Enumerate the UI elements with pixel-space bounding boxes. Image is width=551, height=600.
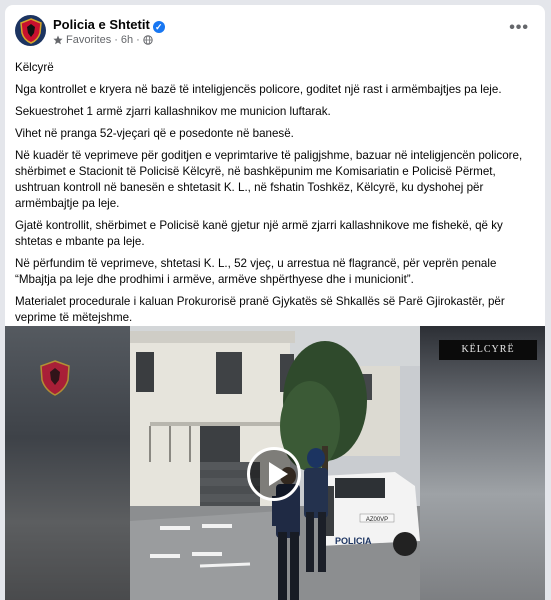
video-blur-right <box>420 326 545 600</box>
police-emblem-icon <box>19 17 42 44</box>
police-watermark-icon <box>40 360 70 396</box>
post-paragraph: Gjatë kontrollit, shërbimet e Policisë k… <box>15 219 503 248</box>
page-avatar[interactable] <box>15 15 46 46</box>
post-card: Policia e Shtetit ✓ Favorites · 6h · ••• … <box>5 5 545 600</box>
license-plate: AZ00VP <box>366 517 388 523</box>
post-paragraph: Materialet procedurale i kaluan Prokuror… <box>15 295 505 324</box>
play-icon[interactable] <box>247 447 301 501</box>
post-paragraph: Nga kontrollet e kryera në bazë të intel… <box>15 83 502 96</box>
globe-icon <box>143 35 153 45</box>
post-paragraph: Sekuestrohet 1 armë zjarri kallashnikov … <box>15 105 331 118</box>
post-header: Policia e Shtetit ✓ Favorites · 6h · ••• <box>15 15 535 55</box>
post-paragraph: Këlcyrë <box>15 61 54 74</box>
car-label: POLICIA <box>335 536 372 546</box>
page-name[interactable]: Policia e Shtetit <box>53 17 150 32</box>
post-paragraph: Në kuadër të veprimeve për goditjen e ve… <box>15 149 523 210</box>
post-paragraph: Në përfundim të veprimeve, shtetasi K. L… <box>15 257 497 286</box>
post-time[interactable]: 6h <box>121 34 133 46</box>
more-options-icon[interactable]: ••• <box>509 19 529 37</box>
page-name-row: Policia e Shtetit ✓ <box>53 17 165 33</box>
meta-separator: · <box>114 34 118 46</box>
post-paragraph: Vihet në pranga 52-vjeçari që e posedont… <box>15 127 294 140</box>
video-location-label: KËLCYRË <box>439 340 537 360</box>
meta-separator: · <box>136 34 140 46</box>
verified-badge-icon: ✓ <box>152 21 165 33</box>
post-body: Këlcyrë Nga kontrollet e kryera në bazë … <box>15 60 535 332</box>
post-meta: Favorites · 6h · <box>53 34 153 46</box>
video-player[interactable]: AZ00VP POLICIA KËLCYRË <box>5 326 545 600</box>
star-icon <box>53 35 63 45</box>
favorites-label[interactable]: Favorites <box>66 34 111 46</box>
